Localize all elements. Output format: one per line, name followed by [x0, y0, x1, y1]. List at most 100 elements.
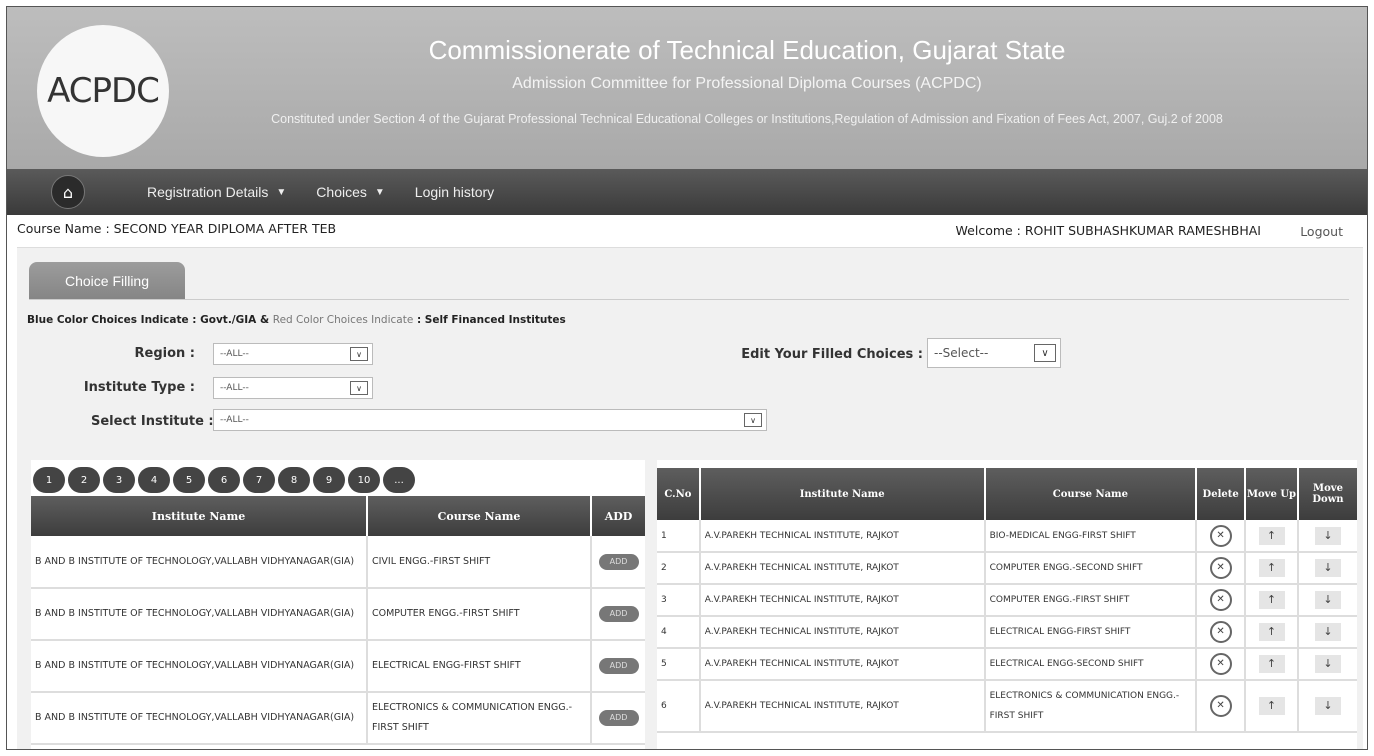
acpdc-logo[interactable]: ACPDC	[37, 25, 169, 157]
welcome-text: Welcome : ROHIT SUBHASHKUMAR RAMESHBHAI	[955, 223, 1261, 238]
delete-icon[interactable]: ✕	[1209, 524, 1232, 547]
page-button[interactable]: 2	[68, 467, 100, 493]
course-name-cell: COMPUTER ENGG.-SECOND SHIFT	[984, 552, 1198, 585]
arrow-down-icon[interactable]: ↓	[1314, 591, 1341, 609]
pagination: 1 2 3 4 5 6 7 8 9 10...	[31, 460, 645, 496]
move-up-cell: ↑	[1245, 584, 1299, 617]
page-button[interactable]: 4	[138, 467, 170, 493]
add-button[interactable]: ADD	[598, 606, 639, 622]
add-button[interactable]: ADD	[598, 710, 639, 726]
move-up-cell: ↑	[1245, 616, 1299, 649]
table-row: B AND B INSTITUTE OF TECHNOLOGY,VALLABH …	[31, 536, 645, 589]
page-button[interactable]: 6	[208, 467, 240, 493]
arrow-down-icon[interactable]: ↓	[1314, 526, 1341, 545]
legend-govt: Blue Color Choices Indicate : Govt./GIA …	[27, 314, 270, 326]
add-button[interactable]: ADD	[598, 658, 639, 674]
arrow-up-icon[interactable]: ↑	[1258, 559, 1285, 577]
arrow-down-icon[interactable]: ↓	[1314, 697, 1341, 715]
table-row: B AND B INSTITUTE OF TECHNOLOGY,VALLABH …	[31, 692, 645, 745]
page-button[interactable]: 10	[348, 467, 380, 493]
table-row: B AND B INSTITUTE OF TECHNOLOGY,VALLABH …	[31, 588, 645, 641]
column-header: Delete	[1196, 468, 1247, 520]
institute-name-cell: B AND B INSTITUTE OF TECHNOLOGY,VALLABH …	[31, 588, 368, 641]
institute-name-cell: B AND B INSTITUTE OF TECHNOLOGY,VALLABH …	[31, 692, 368, 745]
dropdown-arrow-icon: ∨	[744, 413, 762, 427]
arrow-up-icon[interactable]: ↑	[1258, 526, 1285, 545]
region-select[interactable]: --ALL-- ∨	[213, 343, 373, 365]
institute-type-select-value: --ALL--	[220, 383, 249, 393]
dropdown-arrow-icon: ∨	[1034, 344, 1056, 362]
home-icon[interactable]: ⌂	[51, 175, 85, 209]
institute-type-select[interactable]: --ALL-- ∨	[213, 377, 373, 399]
arrow-up-icon[interactable]: ↑	[1258, 697, 1285, 715]
delete-cell: ✕	[1196, 648, 1247, 681]
add-cell: ADD	[591, 640, 645, 693]
move-down-cell: ↓	[1297, 584, 1357, 617]
region-label: Region :	[134, 346, 196, 361]
legend-self-financed: : Self Financed Institutes	[416, 314, 566, 326]
color-legend: Blue Color Choices Indicate : Govt./GIA …	[27, 314, 566, 326]
region-select-value: --ALL--	[220, 349, 249, 359]
institute-name-cell: A.V.PAREKH TECHNICAL INSTITUTE, RAJKOT	[699, 584, 986, 617]
caret-down-icon: ▼	[276, 186, 287, 198]
delete-icon[interactable]: ✕	[1209, 589, 1232, 611]
page-button[interactable]: 8	[278, 467, 310, 493]
column-header: Institute Name	[31, 496, 368, 536]
table-row: 2 A.V.PAREKH TECHNICAL INSTITUTE, RAJKOT C…	[657, 552, 1357, 585]
nav-item-label: Registration Details	[147, 184, 269, 200]
move-down-cell: ↓	[1297, 648, 1357, 681]
nav-login-history[interactable]: Login history	[415, 184, 494, 200]
dropdown-arrow-icon: ∨	[350, 347, 368, 361]
move-down-cell: ↓	[1297, 680, 1357, 733]
page-button[interactable]: 5	[173, 467, 205, 493]
logout-link[interactable]: Logout	[1300, 224, 1343, 239]
legend-self-financed-color: Red Color Choices Indicate	[272, 314, 414, 326]
tab-divider	[29, 299, 1349, 300]
table-row: 3 A.V.PAREKH TECHNICAL INSTITUTE, RAJKOT C…	[657, 584, 1357, 617]
choice-number-cell: 1	[657, 520, 701, 553]
main-nav: ⌂ Registration Details ▼ Choices ▼ Login h…	[7, 169, 1367, 215]
add-cell: ADD	[591, 536, 645, 589]
site-description: Constituted under Section 4 of the Gujar…	[271, 112, 1223, 126]
delete-icon[interactable]: ✕	[1209, 621, 1232, 643]
page-button[interactable]: 9	[313, 467, 345, 493]
arrow-up-icon[interactable]: ↑	[1258, 591, 1285, 609]
institute-name-cell: B AND B INSTITUTE OF TECHNOLOGY,VALLABH …	[31, 640, 368, 693]
dropdown-arrow-icon: ∨	[350, 381, 368, 395]
course-name-cell: ELECTRICAL ENGG-FIRST SHIFT	[984, 616, 1198, 649]
column-header: C.No	[657, 468, 701, 520]
move-down-cell: ↓	[1297, 552, 1357, 585]
page-button[interactable]: 1	[33, 467, 65, 493]
institute-select-value: --ALL--	[220, 415, 249, 425]
site-header: ACPDC Commissionerate of Technical Educa…	[7, 7, 1367, 169]
institute-select[interactable]: --ALL-- ∨	[213, 409, 767, 431]
page-button[interactable]: 3	[103, 467, 135, 493]
select-institute-label: Select Institute :	[91, 414, 214, 429]
arrow-down-icon[interactable]: ↓	[1314, 655, 1341, 673]
arrow-down-icon[interactable]: ↓	[1314, 559, 1341, 577]
tab-choice-filling[interactable]: Choice Filling	[29, 262, 185, 300]
page-button[interactable]: 7	[243, 467, 275, 493]
column-header: Course Name	[367, 496, 592, 536]
delete-icon[interactable]: ✕	[1209, 653, 1232, 675]
column-header: Move Up	[1245, 468, 1299, 520]
move-up-cell: ↑	[1245, 520, 1299, 553]
delete-cell: ✕	[1196, 584, 1247, 617]
column-header: Institute Name	[699, 468, 986, 520]
nav-choices[interactable]: Choices ▼	[316, 184, 385, 200]
arrow-up-icon[interactable]: ↑	[1258, 623, 1285, 641]
page-button[interactable]: ...	[383, 467, 415, 493]
add-button[interactable]: ADD	[598, 553, 639, 570]
move-up-cell: ↑	[1245, 552, 1299, 585]
delete-icon[interactable]: ✕	[1209, 557, 1232, 579]
filled-choices-table: C.No Institute Name Course Name Delete M…	[657, 468, 1357, 733]
arrow-up-icon[interactable]: ↑	[1258, 655, 1285, 673]
delete-icon[interactable]: ✕	[1209, 695, 1232, 717]
edit-choices-label: Edit Your Filled Choices :	[741, 347, 923, 362]
add-cell: ADD	[591, 588, 645, 641]
nav-item-label: Choices	[316, 184, 367, 200]
edit-choices-select[interactable]: --Select-- ∨	[927, 338, 1061, 368]
delete-cell: ✕	[1196, 552, 1247, 585]
nav-registration-details[interactable]: Registration Details ▼	[147, 184, 286, 200]
arrow-down-icon[interactable]: ↓	[1314, 623, 1341, 641]
